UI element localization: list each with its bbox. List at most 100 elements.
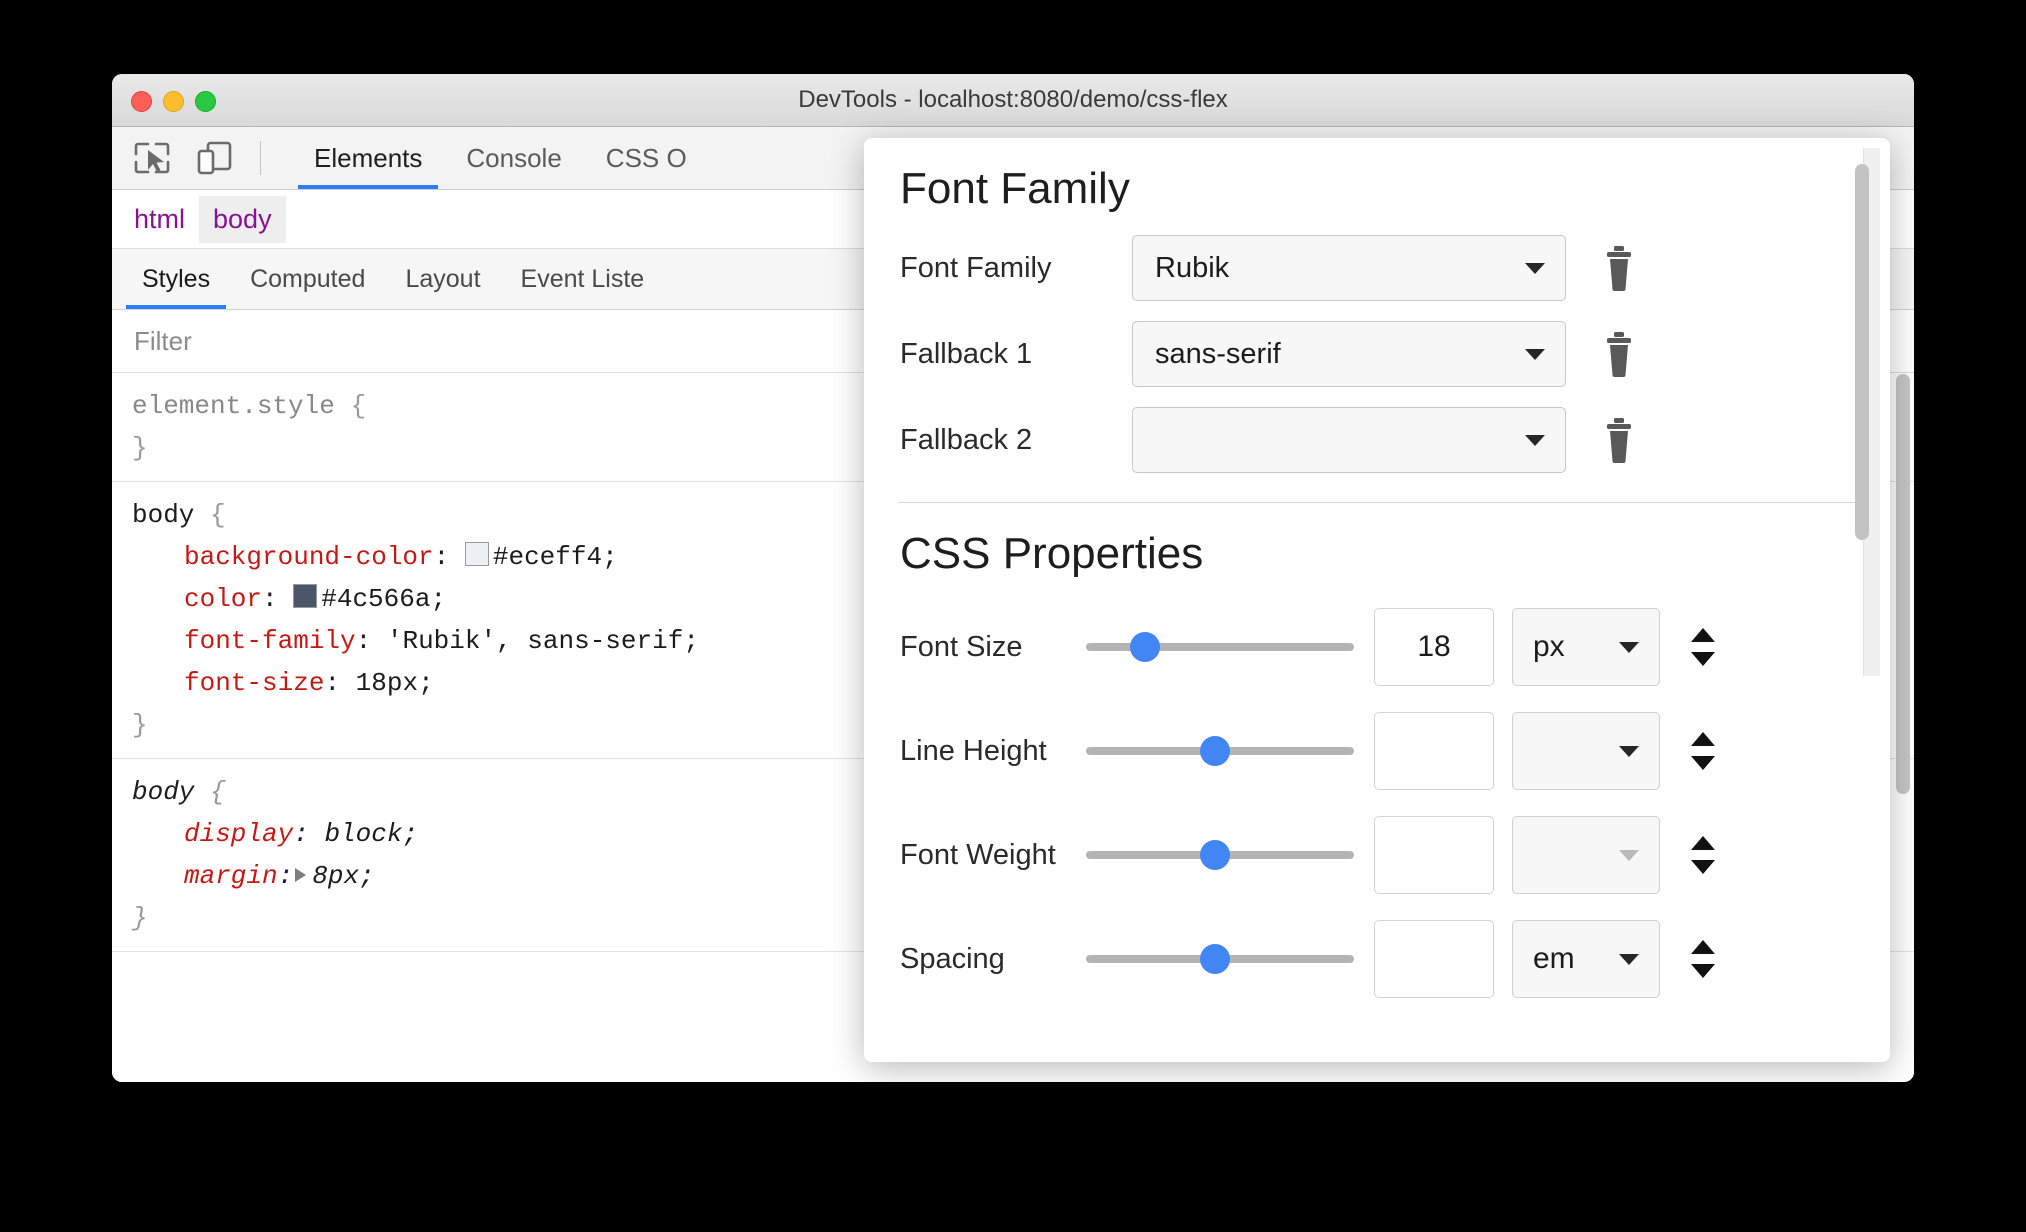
font-weight-stepper[interactable] (1686, 836, 1720, 874)
styles-pane-scrollbar[interactable] (1896, 374, 1910, 794)
font-family-value: Rubik (1155, 251, 1230, 284)
slider-thumb[interactable] (1199, 736, 1230, 766)
line-height-unit-select[interactable] (1512, 712, 1660, 790)
color-swatch[interactable] (293, 584, 318, 608)
breadcrumb-item-body[interactable]: body (199, 195, 286, 243)
line-height-slider[interactable] (1086, 705, 1354, 797)
chevron-down-icon (1525, 263, 1545, 274)
trash-icon-fallback-1[interactable] (1602, 330, 1636, 378)
font-size-unit-select[interactable]: px (1512, 608, 1660, 686)
fallback-1-row: Fallback 1 sans-serif (900, 321, 1890, 387)
expand-triangle-icon[interactable] (295, 868, 307, 882)
font-size-input[interactable]: 18 (1374, 608, 1494, 686)
slider-thumb[interactable] (1129, 632, 1160, 662)
css-property-name[interactable]: font-family (184, 626, 356, 656)
tab-styles[interactable]: Styles (122, 249, 230, 309)
css-semicolon: ; (402, 819, 419, 849)
css-property-value[interactable]: block (324, 819, 402, 849)
tab-layout[interactable]: Layout (385, 249, 500, 309)
trash-icon-font-family[interactable] (1602, 244, 1636, 292)
chevron-down-icon (1619, 642, 1639, 653)
fallback-1-value: sans-serif (1155, 337, 1281, 370)
tab-console[interactable]: Console (444, 127, 583, 189)
fallback-2-label: Fallback 2 (900, 423, 1033, 456)
css-semicolon: ; (430, 584, 447, 614)
open-brace: { (194, 777, 226, 807)
breadcrumb-item-html-label: html (134, 203, 186, 234)
css-selector-body: body (132, 777, 195, 807)
css-property-name[interactable]: display (184, 819, 293, 849)
toolbar-divider (260, 141, 261, 175)
inspect-element-icon[interactable] (132, 140, 172, 176)
chevron-down-icon (1525, 435, 1545, 446)
slider-thumb[interactable] (1199, 840, 1230, 870)
spacing-input[interactable] (1374, 920, 1494, 998)
line-height-label: Line Height (900, 734, 1047, 767)
font-weight-slider[interactable] (1086, 809, 1354, 901)
font-size-unit-value: px (1533, 630, 1565, 663)
font-panel-scrollbar-track[interactable] (1855, 148, 1880, 676)
color-swatch[interactable] (464, 542, 489, 566)
font-family-row: Font Family Rubik (900, 235, 1890, 301)
tab-computed[interactable]: Computed (230, 249, 385, 309)
css-property-value[interactable]: 'Rubik', sans-serif (387, 626, 683, 656)
css-property-name[interactable]: margin (184, 861, 278, 891)
line-height-stepper[interactable] (1686, 732, 1720, 770)
css-property-name[interactable]: color (184, 584, 262, 614)
css-property-value[interactable]: 8px (312, 861, 359, 891)
open-brace: { (194, 500, 226, 530)
desktop-backdrop: DevTools - localhost:8080/demo/css-flex (0, 0, 2026, 1232)
chevron-down-icon (1619, 746, 1639, 757)
tab-layout-label: Layout (405, 265, 481, 293)
tab-console-label: Console (466, 143, 562, 173)
devtools-tab-strip: Elements Console CSS O (292, 127, 709, 189)
css-colon: : (293, 819, 325, 849)
css-property-name[interactable]: background-color (184, 542, 434, 572)
stepper-up-icon[interactable] (1691, 940, 1715, 954)
font-editor-panel: Font Family Font Family Rubik Fallback 1… (864, 138, 1890, 1062)
line-height-row: Line Height (900, 705, 1890, 797)
font-weight-unit-select[interactable] (1512, 816, 1660, 894)
breadcrumb-item-html[interactable]: html (120, 196, 199, 243)
spacing-slider[interactable] (1086, 913, 1354, 1005)
css-semicolon: ; (359, 861, 375, 891)
font-panel-scrollbar-thumb[interactable] (1855, 164, 1869, 540)
stepper-down-icon[interactable] (1691, 964, 1715, 978)
font-family-heading: Font Family (900, 164, 1130, 213)
font-weight-label: Font Weight (900, 838, 1056, 871)
css-property-name[interactable]: font-size (184, 668, 324, 698)
stepper-up-icon[interactable] (1691, 628, 1715, 642)
css-colon: : (277, 861, 294, 891)
chevron-down-icon (1525, 349, 1545, 360)
tab-elements-label: Elements (314, 143, 423, 173)
device-toolbar-icon[interactable] (194, 140, 234, 176)
stepper-down-icon[interactable] (1691, 860, 1715, 874)
fallback-1-select[interactable]: sans-serif (1132, 321, 1566, 387)
font-weight-input[interactable] (1374, 816, 1494, 894)
stepper-down-icon[interactable] (1691, 756, 1715, 770)
css-colon: : (355, 626, 387, 656)
slider-thumb[interactable] (1199, 944, 1230, 974)
css-property-value[interactable]: #4c566a (321, 584, 430, 614)
tab-computed-label: Computed (250, 265, 366, 293)
font-size-row: Font Size 18 px (900, 601, 1890, 693)
stepper-up-icon[interactable] (1691, 836, 1715, 850)
fallback-2-select[interactable] (1132, 407, 1566, 473)
css-property-value[interactable]: 18px (356, 668, 418, 698)
spacing-unit-select[interactable]: em (1512, 920, 1660, 998)
font-size-slider[interactable] (1086, 601, 1354, 693)
css-properties-heading: CSS Properties (900, 529, 1204, 578)
stepper-up-icon[interactable] (1691, 732, 1715, 746)
font-size-stepper[interactable] (1686, 628, 1720, 666)
tab-css-overview[interactable]: CSS O (584, 127, 709, 189)
spacing-stepper[interactable] (1686, 940, 1720, 978)
trash-icon-fallback-2[interactable] (1602, 416, 1636, 464)
font-family-select[interactable]: Rubik (1132, 235, 1566, 301)
tab-event-listeners[interactable]: Event Liste (501, 249, 665, 309)
line-height-input[interactable] (1374, 712, 1494, 790)
css-property-value[interactable]: #eceff4 (493, 542, 602, 572)
stepper-down-icon[interactable] (1691, 652, 1715, 666)
window-titlebar: DevTools - localhost:8080/demo/css-flex (112, 74, 1914, 127)
window-title: DevTools - localhost:8080/demo/css-flex (798, 86, 1228, 113)
tab-elements[interactable]: Elements (292, 127, 444, 189)
